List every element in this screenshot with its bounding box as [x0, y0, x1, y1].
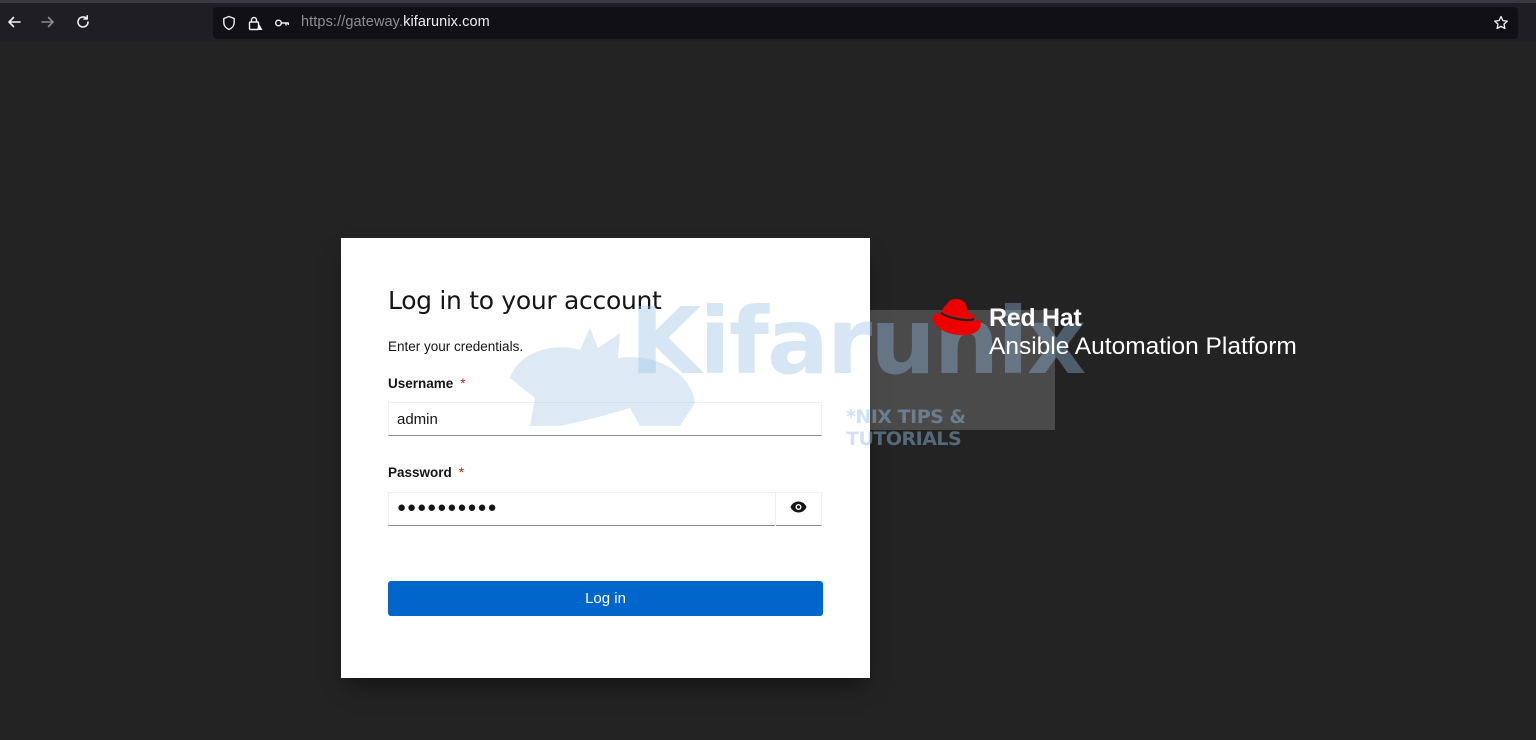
- shield-icon[interactable]: [221, 15, 237, 31]
- password-value: ●●●●●●●●●●: [397, 499, 498, 516]
- username-input[interactable]: admin: [388, 402, 822, 436]
- brand-product: Ansible Automation Platform: [989, 333, 1297, 360]
- password-input[interactable]: ●●●●●●●●●●: [388, 492, 822, 526]
- brand-redhat: Red Hat: [989, 304, 1082, 332]
- url-prefix: https://gateway.: [301, 14, 404, 30]
- red-hat-icon: [932, 299, 981, 336]
- password-label: Password *: [388, 465, 464, 480]
- required-marker: *: [458, 465, 465, 480]
- login-button[interactable]: Log in: [388, 581, 823, 616]
- login-subtitle: Enter your credentials.: [388, 339, 524, 354]
- browser-toolbar: https://gateway.kifarunix.com: [0, 0, 1536, 42]
- bookmark-star-icon[interactable]: [1493, 15, 1509, 31]
- reload-icon[interactable]: [70, 9, 96, 35]
- username-label: Username *: [388, 376, 466, 391]
- username-label-text: Username: [388, 376, 454, 391]
- required-marker: *: [460, 376, 466, 391]
- back-arrow-icon[interactable]: [1, 9, 27, 35]
- eye-icon: [790, 500, 807, 518]
- show-password-button[interactable]: [775, 492, 821, 526]
- password-label-text: Password: [388, 465, 452, 480]
- address-bar[interactable]: https://gateway.kifarunix.com: [213, 7, 1518, 39]
- url-host: kifarunix.com: [403, 14, 490, 30]
- username-value: admin: [397, 411, 438, 428]
- lock-warning-icon[interactable]: [247, 15, 263, 31]
- forward-arrow-icon[interactable]: [35, 9, 61, 35]
- watermark-tagline: *NIX TIPS & TUTORIALS: [846, 406, 966, 450]
- login-title: Log in to your account: [388, 286, 662, 315]
- brand-logo: Red Hat Ansible Automation Platform: [930, 298, 1360, 368]
- login-card: Log in to your account Enter your creden…: [341, 238, 870, 678]
- url-text[interactable]: https://gateway.kifarunix.com: [301, 14, 490, 30]
- key-icon[interactable]: [274, 15, 290, 31]
